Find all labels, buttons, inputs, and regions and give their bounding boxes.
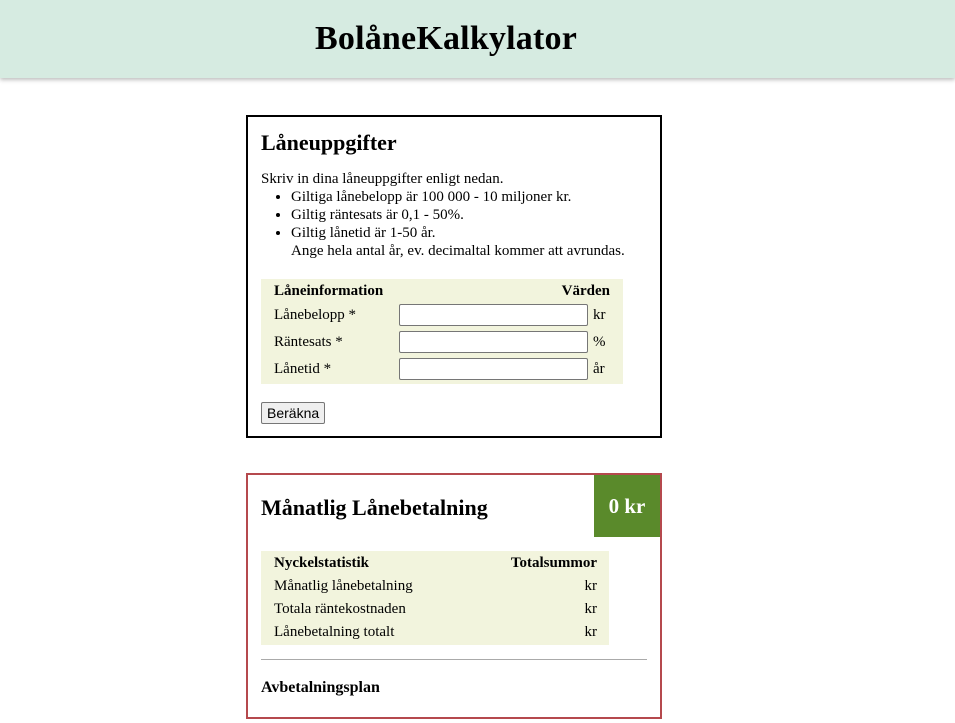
- loan-term-label: Lånetid *: [274, 361, 332, 377]
- stat-row-total: Lånebetalning totalt kr: [261, 624, 609, 646]
- loan-amount-row: Lånebelopp * kr: [261, 304, 623, 328]
- interest-rate-unit: %: [593, 334, 606, 350]
- loan-info-header: Låneinformation: [274, 283, 384, 299]
- rule-term-text: Giltig lånetid är 1-50 år.: [291, 225, 436, 241]
- values-header: Värden: [561, 283, 610, 299]
- rule-rate: Giltig räntesats är 0,1 - 50%.: [291, 206, 651, 224]
- loan-info-table: Låneinformation Värden Lånebelopp * kr R…: [261, 279, 623, 384]
- monthly-payment-title: Månatlig Lånebetalning: [261, 495, 488, 520]
- loan-instructions: Skriv in dina låneuppgifter enligt nedan…: [261, 170, 651, 260]
- loan-amount-input[interactable]: [399, 304, 588, 326]
- stat-label-total: Lånebetalning totalt: [274, 624, 395, 640]
- key-stats-table: Nyckelstatistik Totalsummor Månatlig lån…: [261, 551, 609, 645]
- section-divider: [261, 659, 647, 660]
- calculate-button[interactable]: Beräkna: [261, 402, 326, 424]
- rules-list: Giltiga lånebelopp är 100 000 - 10 miljo…: [261, 188, 651, 260]
- stat-value-interest: kr: [584, 601, 598, 617]
- monthly-payment-card: Månatlig Lånebetalning 0 kr Nyckelstatis…: [246, 473, 662, 719]
- stat-row-interest: Totala räntekostnaden kr: [261, 601, 609, 623]
- app-header: BolåneKalkylator: [0, 0, 955, 78]
- loan-amount-unit: kr: [593, 307, 606, 323]
- loan-term-row: Lånetid * år: [261, 358, 623, 382]
- totals-header: Totalsummor: [510, 555, 597, 571]
- stat-value-monthly: kr: [584, 578, 598, 594]
- loan-details-title: Låneuppgifter: [261, 130, 397, 155]
- rule-term-note: Ange hela antal år, ev. decimaltal komme…: [291, 243, 625, 259]
- stat-value-total: kr: [584, 624, 598, 640]
- loan-term-unit: år: [593, 361, 605, 377]
- monthly-payment-badge: 0 kr: [594, 475, 660, 537]
- rule-amount: Giltiga lånebelopp är 100 000 - 10 miljo…: [291, 188, 651, 206]
- interest-rate-label: Räntesats *: [274, 334, 343, 350]
- interest-rate-row: Räntesats * %: [261, 331, 623, 355]
- key-stats-header: Nyckelstatistik: [274, 555, 369, 571]
- interest-rate-input[interactable]: [399, 331, 588, 353]
- instructions-text: Skriv in dina låneuppgifter enligt nedan…: [261, 171, 504, 187]
- stat-label-interest: Totala räntekostnaden: [274, 601, 406, 617]
- loan-details-card: Låneuppgifter Skriv in dina låneuppgifte…: [246, 115, 662, 438]
- stat-label-monthly: Månatlig lånebetalning: [274, 578, 413, 594]
- loan-term-input[interactable]: [399, 358, 588, 380]
- payment-plan-title: Avbetalningsplan: [261, 679, 380, 696]
- loan-amount-label: Lånebelopp *: [274, 307, 357, 323]
- stat-row-monthly: Månatlig lånebetalning kr: [261, 578, 609, 600]
- app-title: BolåneKalkylator: [315, 20, 577, 57]
- rule-term: Giltig lånetid är 1-50 år. Ange hela ant…: [291, 224, 651, 260]
